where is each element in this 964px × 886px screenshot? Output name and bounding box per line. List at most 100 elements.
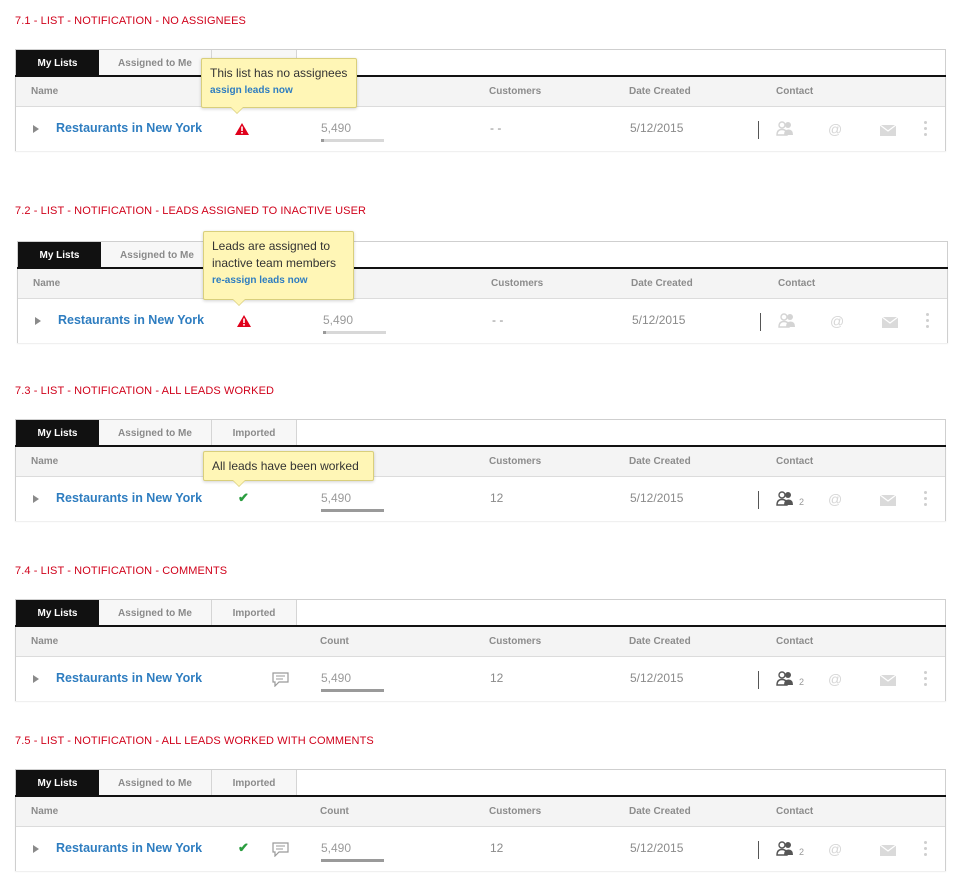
divider — [758, 841, 759, 859]
tab-imported[interactable]: Imported — [212, 770, 297, 797]
reassign-leads-link[interactable]: re-assign leads now — [212, 275, 345, 286]
col-date-created[interactable]: Date Created — [629, 636, 691, 647]
col-date-created[interactable]: Date Created — [629, 456, 691, 467]
col-customers[interactable]: Customers — [489, 806, 541, 817]
col-name[interactable]: Name — [31, 456, 58, 467]
email-at-icon[interactable]: @ — [828, 841, 842, 857]
more-options-icon[interactable] — [924, 841, 928, 859]
warning-icon[interactable] — [237, 315, 251, 327]
col-date-created[interactable]: Date Created — [631, 278, 693, 289]
col-count[interactable]: Count — [320, 806, 349, 817]
check-icon[interactable]: ✔ — [238, 840, 249, 856]
list-name-link[interactable]: Restaurants in New York — [56, 121, 202, 135]
table-row[interactable]: Restaurants in New York 5,490 12 5/12/20… — [16, 657, 945, 701]
mail-icon[interactable] — [882, 317, 898, 328]
email-at-icon[interactable]: @ — [828, 121, 842, 137]
expand-arrow-icon[interactable] — [35, 317, 41, 325]
customers-value: - - — [490, 121, 502, 135]
more-options-icon[interactable] — [924, 671, 928, 689]
tab-my-lists[interactable]: My Lists — [16, 420, 99, 447]
expand-arrow-icon[interactable] — [33, 125, 39, 133]
expand-arrow-icon[interactable] — [33, 845, 39, 853]
list-table: Name Customers Date Created Contact Rest… — [15, 447, 946, 521]
table-row[interactable]: Restaurants in New York 5,490 - - 5/12/2… — [18, 299, 947, 343]
email-at-icon[interactable]: @ — [828, 671, 842, 687]
expand-arrow-icon[interactable] — [33, 675, 39, 683]
list-name-link[interactable]: Restaurants in New York — [56, 491, 202, 505]
people-icon[interactable] — [776, 491, 794, 507]
tooltip-message: All leads have been worked — [212, 459, 359, 473]
list-name-link[interactable]: Restaurants in New York — [56, 671, 202, 685]
notification-tooltip: Leads are assigned to inactive team memb… — [203, 231, 354, 306]
col-contact: Contact — [778, 278, 816, 289]
col-customers[interactable]: Customers — [489, 636, 541, 647]
col-contact: Contact — [776, 86, 814, 97]
col-customers[interactable]: Customers — [489, 86, 541, 97]
col-customers[interactable]: Customers — [491, 278, 543, 289]
table-row[interactable]: Restaurants in New York ✔ 5,490 12 5/12/… — [16, 827, 945, 871]
tab-imported[interactable]: Imported — [212, 420, 297, 447]
col-name[interactable]: Name — [31, 636, 58, 647]
list-panel: My Lists Assigned to Me Name Customers D… — [17, 241, 948, 343]
list-name-link[interactable]: Restaurants in New York — [58, 313, 204, 327]
count-progress-bar — [321, 689, 384, 692]
notification-tooltip: This list has no assignees assign leads … — [201, 58, 357, 114]
notification-tooltip: All leads have been worked — [203, 451, 374, 487]
col-name[interactable]: Name — [33, 278, 60, 289]
tab-assigned-to-me[interactable]: Assigned to Me — [99, 770, 212, 797]
more-options-icon[interactable] — [924, 491, 928, 509]
tab-assigned-to-me[interactable]: Assigned to Me — [101, 242, 214, 269]
table-header: Name Count Customers Date Created Contac… — [16, 627, 945, 657]
table-header: Name Customers Date Created Contact — [16, 77, 945, 107]
customers-value: 12 — [490, 671, 504, 685]
comment-icon[interactable] — [272, 672, 289, 687]
tab-assigned-to-me[interactable]: Assigned to Me — [99, 600, 212, 627]
list-name-link[interactable]: Restaurants in New York — [56, 841, 202, 855]
people-icon[interactable] — [778, 313, 796, 329]
mail-icon[interactable] — [880, 675, 896, 686]
section-title: 7.2 - LIST - NOTIFICATION - LEADS ASSIGN… — [15, 205, 367, 217]
divider — [758, 491, 759, 509]
col-date-created[interactable]: Date Created — [629, 806, 691, 817]
col-name[interactable]: Name — [31, 86, 58, 97]
section-title: 7.3 - LIST - NOTIFICATION - ALL LEADS WO… — [15, 385, 275, 397]
list-table: Name Customers Date Created Contact Rest… — [17, 269, 948, 343]
table-header: Name Customers Date Created Contact — [16, 447, 945, 477]
mail-icon[interactable] — [880, 125, 896, 136]
assign-leads-link[interactable]: assign leads now — [210, 85, 348, 96]
tab-my-lists[interactable]: My Lists — [18, 242, 101, 269]
mail-icon[interactable] — [880, 495, 896, 506]
col-date-created[interactable]: Date Created — [629, 86, 691, 97]
date-created-value: 5/12/2015 — [630, 671, 684, 685]
list-table: Name Count Customers Date Created Contac… — [15, 797, 946, 871]
tab-assigned-to-me[interactable]: Assigned to Me — [99, 50, 212, 77]
col-customers[interactable]: Customers — [489, 456, 541, 467]
tab-my-lists[interactable]: My Lists — [16, 770, 99, 797]
warning-icon[interactable] — [235, 123, 249, 135]
table-row[interactable]: Restaurants in New York ✔ 5,490 12 5/12/… — [16, 477, 945, 521]
more-options-icon[interactable] — [926, 313, 930, 331]
more-options-icon[interactable] — [924, 121, 928, 139]
count-value: 5,490 — [323, 313, 354, 327]
col-name[interactable]: Name — [31, 806, 58, 817]
col-contact: Contact — [776, 636, 814, 647]
tab-imported[interactable]: Imported — [212, 600, 297, 627]
count-progress-bar — [321, 509, 384, 512]
table-row[interactable]: Restaurants in New York 5,490 - - 5/12/2… — [16, 107, 945, 151]
email-at-icon[interactable]: @ — [828, 491, 842, 507]
comment-icon[interactable] — [272, 842, 289, 857]
email-at-icon[interactable]: @ — [830, 313, 844, 329]
expand-arrow-icon[interactable] — [33, 495, 39, 503]
list-panel: My Lists Assigned to Me Imported Name Cu… — [15, 419, 946, 521]
count-value: 5,490 — [321, 841, 352, 855]
tab-my-lists[interactable]: My Lists — [16, 600, 99, 627]
mail-icon[interactable] — [880, 845, 896, 856]
check-icon[interactable]: ✔ — [238, 490, 249, 506]
col-count[interactable]: Count — [320, 636, 349, 647]
people-icon[interactable] — [776, 121, 794, 137]
list-panel: My Lists Assigned to Me Name Customers D… — [15, 49, 946, 151]
tab-my-lists[interactable]: My Lists — [16, 50, 99, 77]
tab-assigned-to-me[interactable]: Assigned to Me — [99, 420, 212, 447]
people-icon[interactable] — [776, 841, 794, 857]
people-icon[interactable] — [776, 671, 794, 687]
